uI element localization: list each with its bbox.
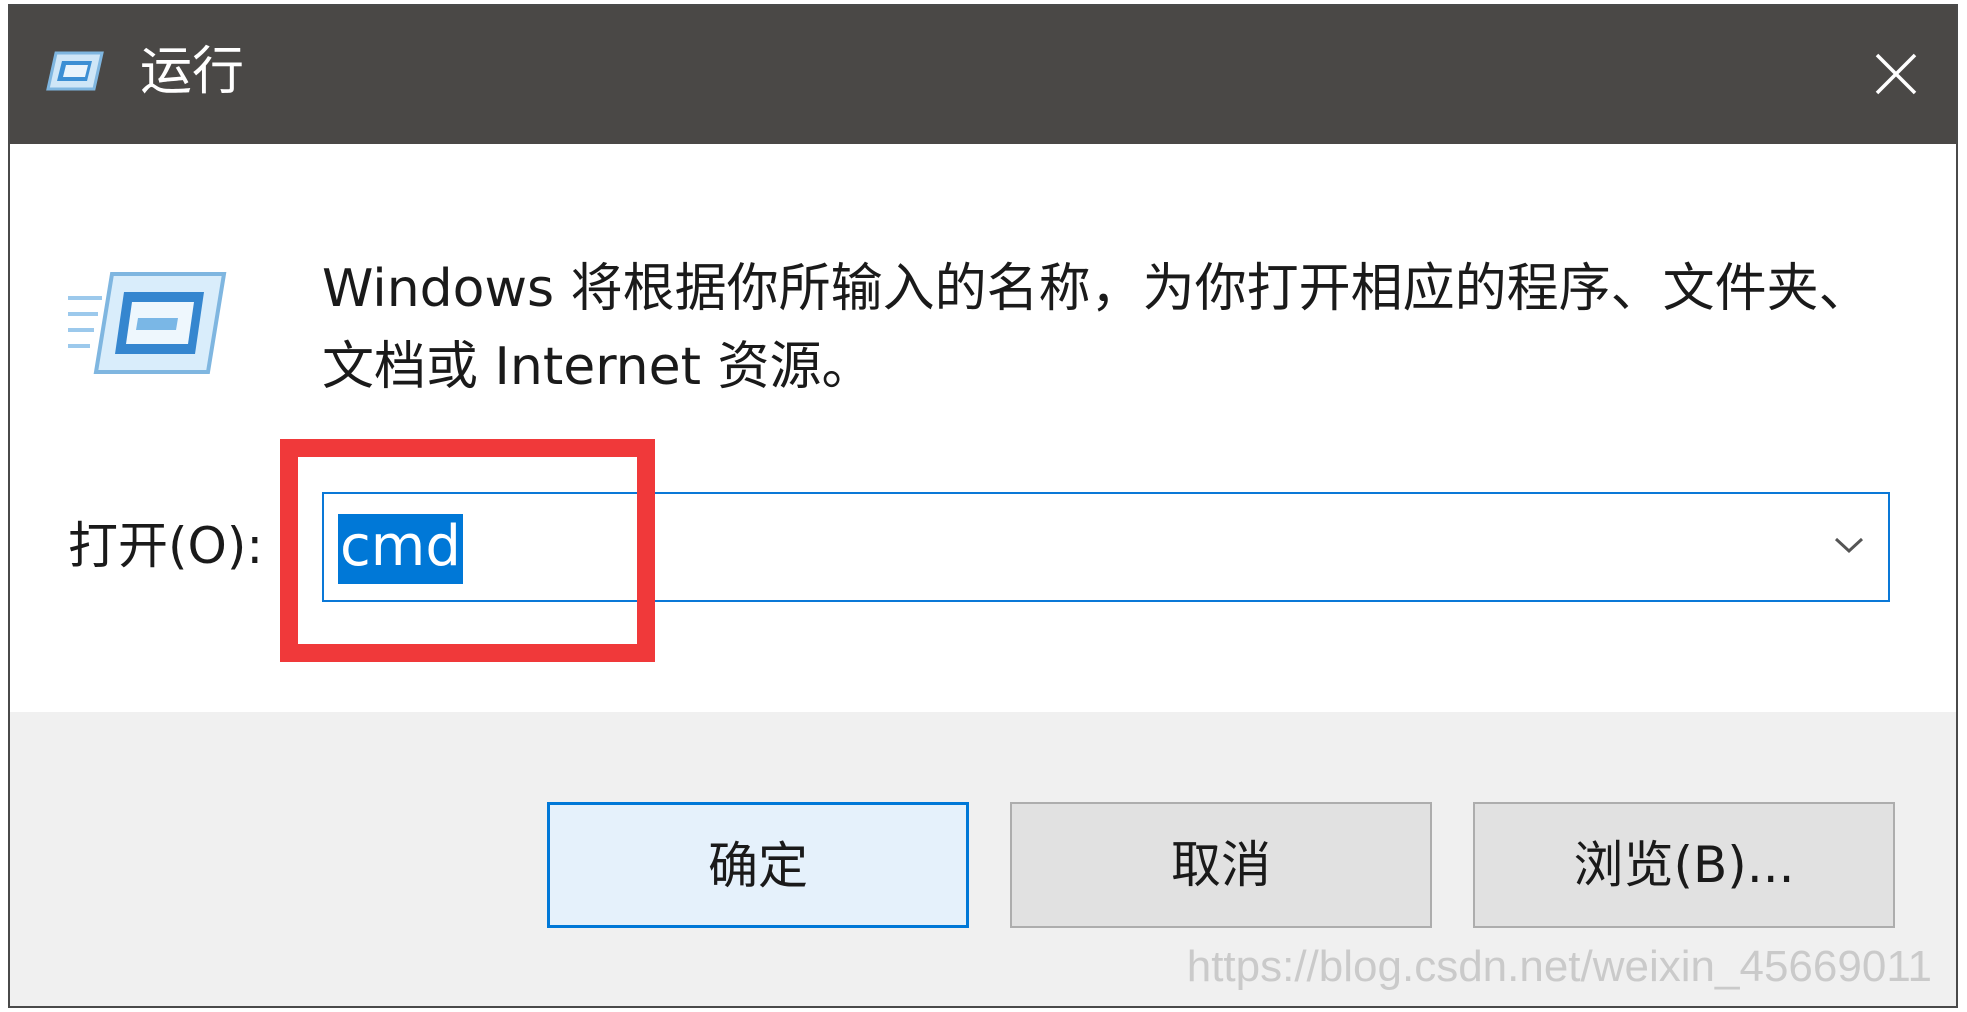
button-bar: 确定 取消 浏览(B)... https://blog.csdn.net/wei… [10,712,1956,1006]
run-dialog-icon [46,49,104,93]
cancel-button[interactable]: 取消 [1010,802,1432,928]
dialog-content: Windows 将根据你所输入的名称，为你打开相应的程序、文件夹、文档或 Int… [10,144,1956,712]
watermark-text: https://blog.csdn.net/weixin_45669011 [1186,942,1932,991]
title-bar[interactable]: 运行 [10,6,1956,144]
open-label: 打开(O): [68,517,264,575]
run-program-icon [68,268,228,380]
description-text: Windows 将根据你所输入的名称，为你打开相应的程序、文件夹、文档或 Int… [322,259,1871,397]
run-dialog: 运行 Windows 将根据你所输入的名称，为你打开相应的程序、文件夹、文档或 … [8,4,1958,1008]
close-icon [1875,53,1917,95]
close-button[interactable] [1836,6,1956,144]
browse-button[interactable]: 浏览(B)... [1473,802,1895,928]
ok-button[interactable]: 确定 [547,802,969,928]
open-combobox[interactable]: cmd [322,492,1890,602]
dropdown-button[interactable] [1808,494,1888,600]
window-title: 运行 [140,42,245,102]
chevron-down-icon [1834,537,1864,554]
open-input-value[interactable]: cmd [338,514,463,584]
